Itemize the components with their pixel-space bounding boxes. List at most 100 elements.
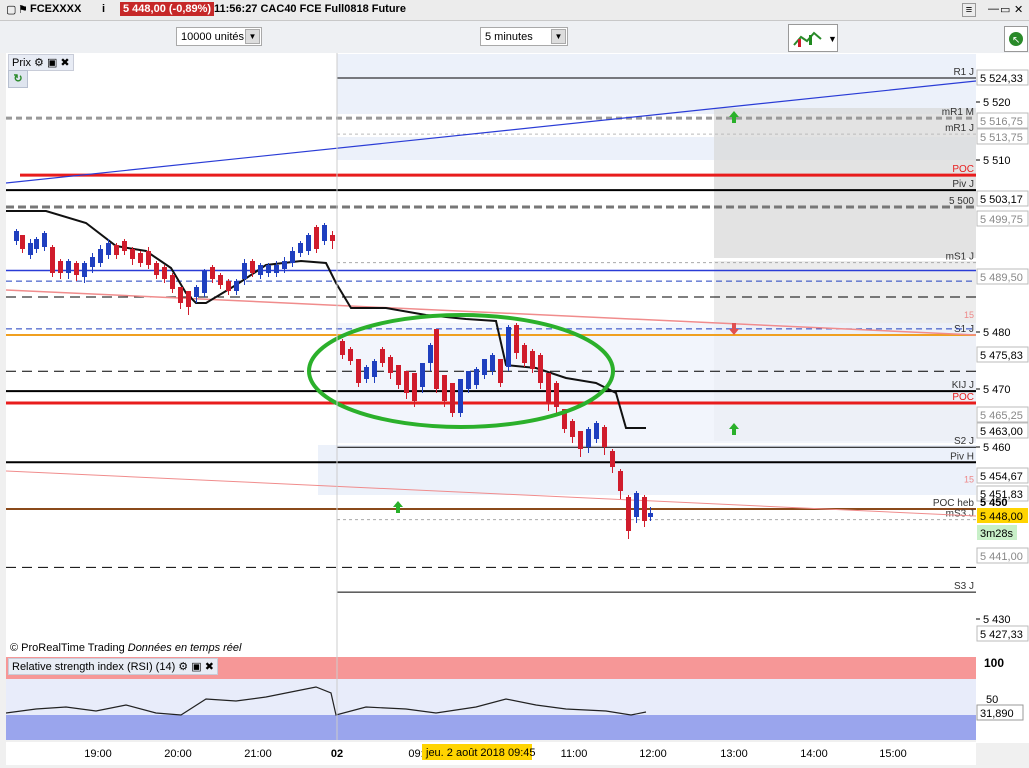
- candle: [570, 421, 575, 437]
- level-label-poc_mid: POC: [952, 392, 974, 403]
- candle: [234, 281, 239, 291]
- candle: [506, 327, 511, 367]
- candle: [530, 351, 535, 369]
- refresh-icon[interactable]: ↻: [8, 70, 28, 88]
- timeframe-select[interactable]: 5 minutes ▼: [480, 27, 568, 46]
- close-panel-icon[interactable]: ✖: [60, 57, 69, 69]
- candle: [226, 281, 231, 291]
- level-label-mr1m: mR1 M: [942, 107, 974, 118]
- time-axis-label: 21:00: [244, 748, 272, 760]
- price-badge: 5 448,00 (-0,89%): [120, 2, 215, 16]
- candle: [458, 379, 463, 413]
- level-price-tag-text: 5 524,33: [980, 73, 1023, 85]
- ticker-label: FCEXXXX: [30, 3, 82, 15]
- candle: [412, 373, 417, 401]
- price-axis[interactable]: 5 520 5 510 5 480 5 470 5 460 5 430 5 524,33 5 …: [976, 53, 1029, 743]
- candle: [428, 345, 433, 363]
- time-axis-svg: 19:0020:0021:000209:10:0011:0012:0013:00…: [84, 744, 907, 760]
- units-select-value: 10000 unités: [181, 31, 244, 43]
- units-select[interactable]: 10000 unités ▼: [176, 27, 262, 46]
- level-label-pivh: Piv H: [950, 451, 974, 462]
- wrench-icon[interactable]: ⚙: [34, 57, 44, 69]
- level-label-ms1: mS1 J: [946, 252, 974, 263]
- link-icon[interactable]: ⚑: [18, 3, 28, 16]
- level-price-tag-text: 5 463,00: [980, 426, 1023, 438]
- time-axis[interactable]: 19:0020:0021:000209:10:0011:0012:0013:00…: [6, 742, 976, 765]
- time-axis-label: 19:00: [84, 748, 112, 760]
- level-label-pivj: Piv J: [952, 179, 974, 190]
- arrow-up-icon: [393, 501, 403, 513]
- candle: [420, 363, 425, 387]
- restore-icon[interactable]: ▭: [1000, 3, 1010, 16]
- window-icon: ▢: [6, 4, 17, 16]
- candle: [514, 325, 519, 353]
- candle: [106, 243, 111, 255]
- minimize-icon[interactable]: —: [988, 3, 999, 15]
- candle: [404, 371, 409, 393]
- axis-tick-label: 5 520: [983, 97, 1011, 109]
- candle: [578, 431, 583, 449]
- candle: [450, 383, 455, 413]
- level-price-tag-text: 5 499,75: [980, 214, 1023, 226]
- candle: [474, 369, 479, 385]
- candle: [466, 371, 471, 389]
- candle: [634, 493, 639, 517]
- candle: [498, 359, 503, 383]
- level-label-mr1j: mR1 J: [945, 123, 974, 134]
- maximize-icon[interactable]: ▣: [191, 661, 201, 673]
- rsi-panel-header: Relative strength index (RSI) (14) ⚙ ▣ ✖: [8, 658, 218, 675]
- candle: [82, 263, 87, 277]
- candle: [602, 427, 607, 447]
- level-price-tag-text: 5 427,33: [980, 629, 1023, 641]
- candle: [122, 241, 127, 251]
- level-label-fifteen_b: 15: [964, 475, 974, 485]
- chevron-down-icon[interactable]: ▼: [245, 29, 260, 44]
- candle: [90, 257, 95, 267]
- rsi-mid-zone: [6, 679, 976, 715]
- level-price-tag-text: 5 441,00: [980, 551, 1023, 563]
- watermark-note: Données en temps réel: [127, 642, 242, 654]
- close-icon[interactable]: ✕: [1014, 3, 1023, 16]
- price-axis-svg: 5 520 5 510 5 480 5 470 5 460 5 430 5 524,33 5 …: [976, 69, 1029, 721]
- candle: [618, 471, 623, 491]
- candle: [490, 355, 495, 371]
- candle: [330, 235, 335, 241]
- candle: [372, 361, 377, 377]
- chevron-down-icon[interactable]: ▼: [551, 29, 566, 44]
- candle: [282, 261, 287, 269]
- tools-button[interactable]: ↖: [1004, 26, 1028, 52]
- price-chart[interactable]: R1 JmR1 MmR1 JPOCPiv J5 500mS1 JS1 JKIJ …: [5, 53, 977, 657]
- rsi-axis-100: 100: [984, 656, 1004, 670]
- menu-icon[interactable]: ≡: [962, 3, 976, 17]
- level-label-fifteen_a: 15: [964, 310, 974, 320]
- candle: [610, 451, 615, 467]
- level-price-tag-text: 5 513,75: [980, 132, 1023, 144]
- level-label-poc_top: POC: [952, 164, 974, 175]
- candle: [242, 263, 247, 279]
- chart-type-button[interactable]: ▼: [788, 24, 838, 52]
- candle: [210, 267, 215, 279]
- info-icon[interactable]: i: [102, 3, 105, 15]
- candle: [114, 245, 119, 255]
- close-panel-icon[interactable]: ✖: [205, 661, 214, 673]
- candle: [218, 275, 223, 285]
- candle: [314, 227, 319, 249]
- price-chart-panel[interactable]: R1 JmR1 MmR1 J POC Piv J5 500 mS1 J S1 J KIJ …: [5, 53, 977, 657]
- level-label-pocheb: POC heb: [933, 498, 975, 509]
- zone-shade: [318, 445, 977, 495]
- level-label-s2: S2 J: [954, 436, 974, 447]
- candle: [482, 359, 487, 375]
- watermark: © ProRealTime Trading Données en temps r…: [10, 642, 241, 654]
- candle: [34, 239, 39, 249]
- candle: [434, 329, 439, 389]
- candle: [258, 265, 263, 275]
- current-price-tag-text: 5 448,00: [980, 511, 1023, 523]
- wrench-icon[interactable]: ⚙: [178, 661, 188, 673]
- cursor-time-text: jeu. 2 août 2018 09:45: [425, 747, 535, 759]
- time-axis-label: 09:: [408, 748, 423, 760]
- axis-tick-label: 5 430: [983, 614, 1011, 626]
- maximize-icon[interactable]: ▣: [47, 57, 57, 69]
- candle: [50, 247, 55, 273]
- candle: [396, 365, 401, 385]
- instrument-info: 11:56:27 CAC40 FCE Full0818 Future: [214, 3, 406, 15]
